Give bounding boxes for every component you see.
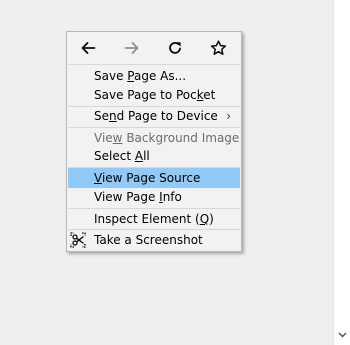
menu-item-label: Inspect Element (Q) (94, 212, 214, 226)
submenu-arrow-icon: › (226, 109, 231, 123)
menu-item-label: Save Page As... (94, 69, 187, 83)
context-menu: Save Page As... Save Page to Pocket Send… (66, 31, 242, 252)
bookmark-button[interactable] (207, 37, 229, 59)
back-icon (81, 42, 96, 54)
forward-button[interactable] (121, 37, 143, 59)
menu-item-label: Save Page to Pocket (94, 88, 216, 102)
forward-icon (124, 42, 139, 54)
menu-item-select-all[interactable]: Select All (67, 146, 241, 166)
menu-item-label: View Background Image (94, 131, 240, 145)
back-button[interactable] (77, 37, 99, 59)
menu-item-view-background-image: View Background Image (67, 128, 241, 148)
menu-item-label: Send Page to Device (94, 109, 218, 123)
menu-item-send-page-to-device[interactable]: Send Page to Device › (67, 106, 241, 126)
menu-item-label: Select All (94, 149, 150, 163)
menu-item-take-screenshot[interactable]: Take a Screenshot (67, 230, 241, 250)
menu-separator (68, 64, 240, 65)
reload-icon (169, 41, 181, 54)
screenshot-icon (70, 232, 86, 248)
menu-item-label: Take a Screenshot (94, 233, 203, 247)
menu-item-view-page-source[interactable]: View Page Source (68, 168, 240, 188)
menu-item-label: View Page Source (94, 171, 201, 185)
scroll-down-arrow-icon[interactable] (334, 329, 350, 341)
menu-item-label: View Page Info (94, 190, 182, 204)
vertical-scrollbar[interactable] (333, 0, 350, 345)
reload-button[interactable] (164, 37, 186, 59)
menu-item-inspect-element[interactable]: Inspect Element (Q) (67, 209, 241, 229)
bookmark-star-icon (210, 40, 226, 55)
menu-item-save-page-as[interactable]: Save Page As... (67, 66, 241, 86)
navigation-row (67, 32, 241, 64)
menu-item-view-page-info[interactable]: View Page Info (67, 187, 241, 207)
menu-item-save-to-pocket[interactable]: Save Page to Pocket (67, 85, 241, 105)
